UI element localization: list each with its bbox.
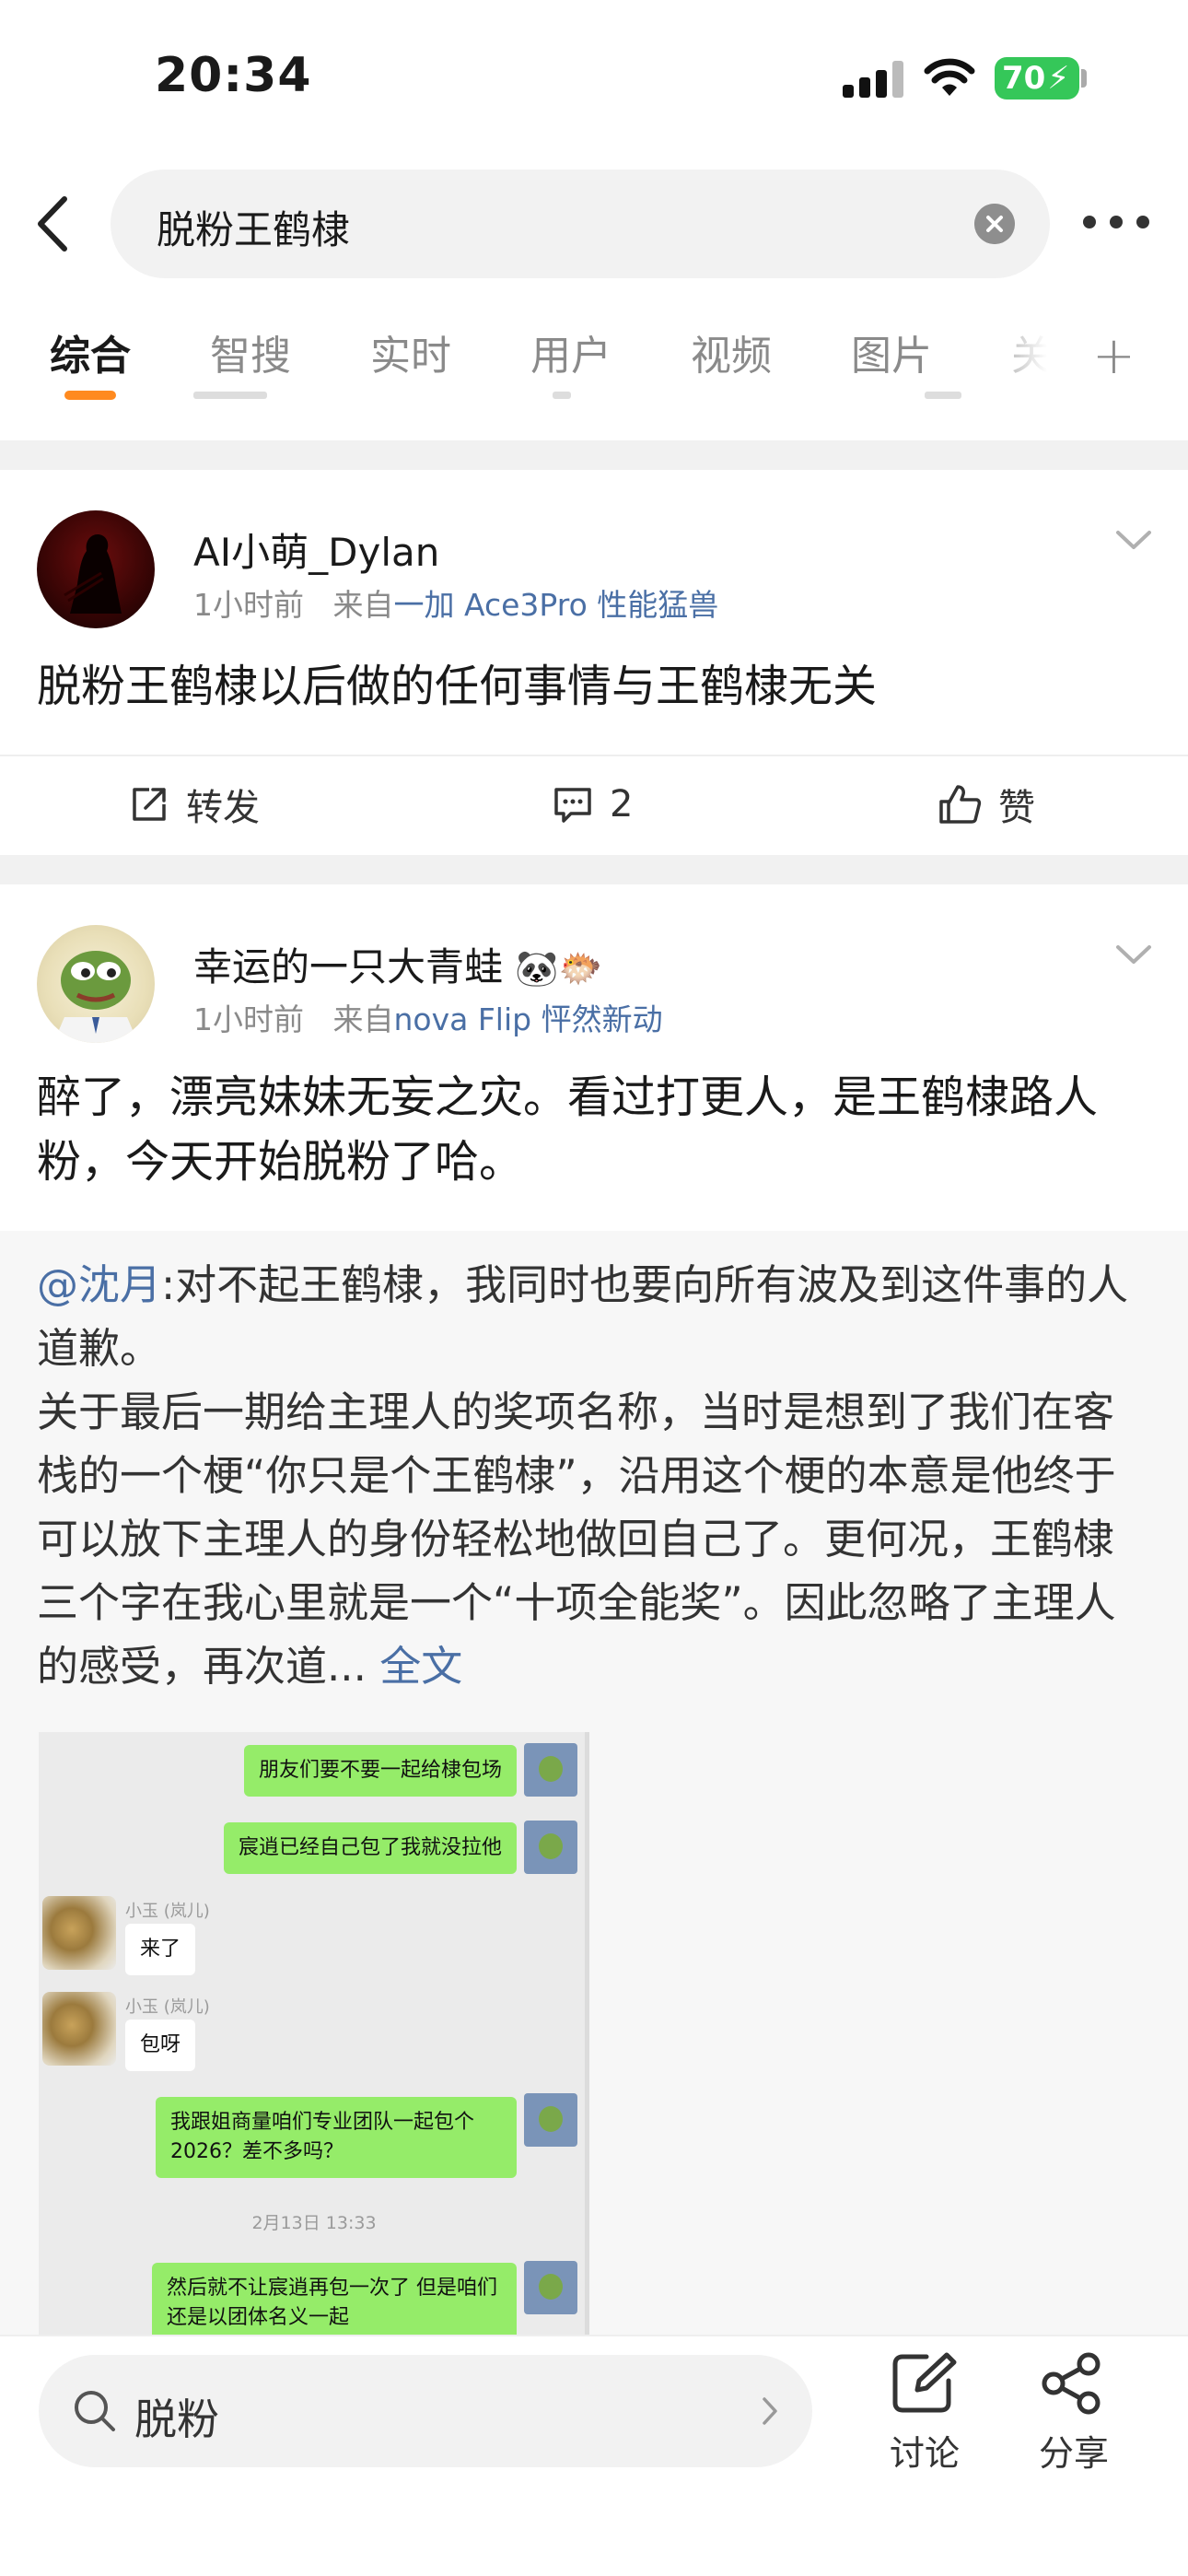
chat-avatar <box>524 1821 577 1874</box>
post-username[interactable]: AI小萌_Dylan <box>193 521 439 578</box>
full-text-link[interactable]: 全文 <box>379 1642 462 1691</box>
add-tab-icon[interactable]: + <box>1092 326 1136 386</box>
search-icon <box>75 2391 115 2431</box>
post-source[interactable]: nova Flip 怦然新动 <box>393 1001 662 1037</box>
panda-badge-icon: 🐼 <box>515 948 559 989</box>
more-options-icon[interactable] <box>1083 216 1149 230</box>
tabs-fade <box>976 313 1077 396</box>
chat-timestamp: 2月13日 13:33 <box>251 2213 377 2233</box>
bottom-bar: 脱粉 讨论 分享 <box>0 2335 1188 2576</box>
tab-smart-search[interactable]: 智搜 <box>210 322 291 381</box>
previous-post-remnant <box>0 392 1188 438</box>
post-time: 1小时前 <box>193 1001 304 1037</box>
tab-images[interactable]: 图片 <box>851 322 932 381</box>
avatar[interactable] <box>37 510 155 628</box>
wifi-icon <box>924 58 975 96</box>
chat-bubble: 宸逍已经自己包了我就没拉他 <box>223 1822 517 1874</box>
post-action-bar: 转发 2 赞 <box>0 755 1188 847</box>
share-label: 分享 <box>1038 2433 1109 2474</box>
reposted-content[interactable]: @沈月:对不起王鹤棣，我同时也要向所有波及到这件事的人道歉。 关于最后一期给主理… <box>0 1231 1188 2340</box>
post-username[interactable]: 幸运的一只大青蛙 <box>193 944 503 989</box>
comment-button[interactable]: 2 <box>553 777 633 832</box>
post-text: 脱粉王鹤棣以后做的任何事情与王鹤棣无关 <box>37 661 878 712</box>
avatar[interactable] <box>37 925 155 1043</box>
share-icon <box>1042 2352 1101 2415</box>
pepe-frog-avatar <box>53 951 138 1043</box>
chat-sender-name: 小玉 (岚儿) <box>125 1902 210 1921</box>
chevron-right-icon <box>763 2397 777 2425</box>
tab-realtime[interactable]: 实时 <box>370 322 451 381</box>
post-menu-chevron-icon[interactable] <box>1114 942 1153 969</box>
post-username-row: 幸运的一只大青蛙 🐼🐡 <box>193 936 602 992</box>
post-source-prefix: 来自 <box>332 587 394 623</box>
chat-sender-name: 小玉 (岚儿) <box>125 1997 210 2017</box>
pufferfish-badge-icon: 🐡 <box>558 948 603 989</box>
post-meta: 1小时前 来自nova Flip 怦然新动 <box>193 995 663 1039</box>
discuss-label: 讨论 <box>889 2433 960 2474</box>
post-text: 醉了，漂亮妹妹无妄之灾。看过打更人，是王鹤棣路人粉，今天开始脱粉了哈。 <box>37 1071 1099 1188</box>
chat-avatar <box>524 2261 577 2314</box>
tab-comprehensive[interactable]: 综合 <box>50 322 131 381</box>
like-button[interactable]: 赞 <box>938 777 1035 832</box>
discuss-button[interactable]: 讨论 <box>869 2351 980 2476</box>
related-search-text: 脱粉 <box>134 2395 219 2444</box>
share-button[interactable]: 分享 <box>1019 2351 1129 2476</box>
tab-users[interactable]: 用户 <box>530 322 611 381</box>
clear-search-icon[interactable] <box>974 204 1015 244</box>
battery-level: 70 <box>1002 60 1046 97</box>
chat-avatar-left <box>42 1992 116 2066</box>
search-input[interactable]: 脱粉王鹤棣 <box>111 170 1050 278</box>
comment-icon <box>554 788 591 823</box>
chat-bubble: 包呀 <box>125 2020 196 2071</box>
chat-bubble: 来了 <box>125 1924 196 1975</box>
repost-text-block: @沈月:对不起王鹤棣，我同时也要向所有波及到这件事的人道歉。 关于最后一期给主理… <box>37 1253 1151 1698</box>
feed-separator <box>0 855 1188 884</box>
post-menu-chevron-icon[interactable] <box>1114 527 1153 555</box>
chat-bubble: 朋友们要不要一起给棣包场 <box>243 1745 517 1797</box>
battery-cap <box>1081 69 1087 88</box>
post-meta: 1小时前 来自一加 Ace3Pro 性能猛兽 <box>193 580 718 625</box>
search-query: 脱粉王鹤棣 <box>157 207 351 252</box>
repost-icon <box>133 788 166 821</box>
repost-label: 转发 <box>186 787 260 829</box>
post-source[interactable]: 一加 Ace3Pro 性能猛兽 <box>393 587 718 623</box>
tab-video[interactable]: 视频 <box>691 322 772 381</box>
feed-separator <box>0 440 1188 470</box>
chat-avatar <box>524 2093 577 2147</box>
chat-avatar-left <box>42 1896 116 1970</box>
chat-bubble: 我跟姐商量咱们专业团队一起包个2026？差不多吗？ <box>156 2097 517 2178</box>
chat-screenshot-image[interactable]: 朋友们要不要一起给棣包场 宸逍已经自己包了我就没拉他 小玉 (岚儿) 来了 小玉… <box>39 1732 589 2340</box>
cellular-signal-icon <box>843 61 903 98</box>
repost-button[interactable]: 转发 <box>129 777 260 832</box>
avatar-silhouette <box>64 534 122 614</box>
status-bar: 20:34 70 ⚡ <box>0 0 1188 157</box>
mention-link[interactable]: @沈月 <box>37 1260 161 1309</box>
chat-bubble: 然后就不让宸逍再包一次了 但是咱们还是以团体名义一起 <box>152 2263 517 2340</box>
back-arrow-icon[interactable] <box>28 192 83 256</box>
battery-icon: 70 ⚡ <box>995 57 1079 100</box>
like-label: 赞 <box>998 787 1035 829</box>
thumbs-up-icon <box>939 785 982 824</box>
post-time: 1小时前 <box>193 587 304 623</box>
post-source-prefix: 来自 <box>332 1001 394 1037</box>
post-card[interactable]: AI小萌_Dylan 1小时前 来自一加 Ace3Pro 性能猛兽 脱粉王鹤棣以… <box>0 470 1188 857</box>
compose-icon <box>892 2352 957 2413</box>
repost-body: :对不起王鹤棣，我同时也要向所有波及到这件事的人道歉。 关于最后一期给主理人的奖… <box>37 1260 1129 1691</box>
comment-count: 2 <box>610 783 634 825</box>
chat-avatar <box>524 1743 577 1797</box>
related-search-button[interactable]: 脱粉 <box>39 2355 812 2467</box>
status-time: 20:34 <box>155 48 312 103</box>
